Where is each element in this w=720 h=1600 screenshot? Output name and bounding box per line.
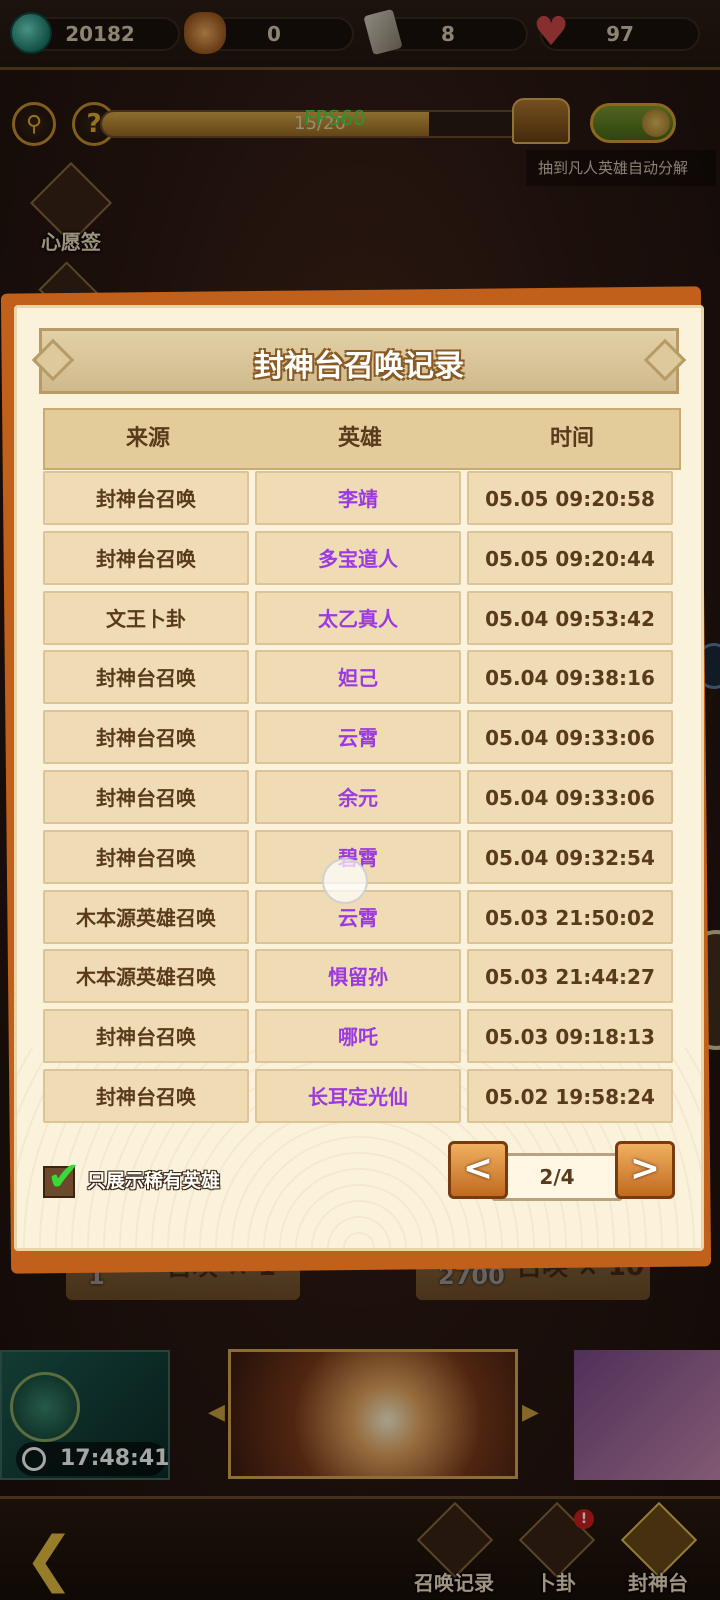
record-hero: 惧留孙 [255,949,461,1004]
table-row: 封神台召唤 李靖 05.05 09:20:58 [43,471,681,525]
record-time: 05.02 19:58:24 [467,1069,673,1123]
header-time: 时间 [549,426,594,451]
table-row: 木本源英雄召唤 云霄 05.03 21:50:02 [43,889,681,944]
record-time: 05.04 09:33:06 [467,710,673,765]
record-source: 木本源英雄召唤 [43,949,249,1004]
record-time: 05.03 21:50:02 [467,889,673,944]
record-time: 05.04 09:38:16 [467,650,673,705]
header-hero: 英雄 [337,426,382,451]
table-row: 文王卜卦 太乙真人 05.04 09:53:42 [43,590,681,645]
record-source: 封神台召唤 [43,530,249,585]
touch-indicator [322,858,368,904]
record-hero: 太乙真人 [255,590,461,645]
table-row: 封神台召唤 哪吒 05.03 09:18:13 [43,1009,681,1064]
header-source: 来源 [125,426,170,451]
record-source: 封神台召唤 [43,650,249,705]
record-hero: 李靖 [255,471,461,525]
table-row: 封神台召唤 妲己 05.04 09:38:16 [43,650,681,705]
record-source: 文王卜卦 [43,590,249,645]
table-row: 封神台召唤 长耳定光仙 05.02 19:58:24 [43,1069,681,1123]
record-source: 封神台召唤 [43,1009,249,1064]
record-hero: 多宝道人 [255,530,461,585]
record-source: 封神台召唤 [43,770,249,824]
record-time: 05.04 09:53:42 [467,590,673,645]
record-source: 封神台召唤 [43,710,249,765]
record-hero: 长耳定光仙 [255,1069,461,1123]
modal-title: 封神台召唤记录 [254,349,464,384]
record-hero: 云霄 [255,710,461,765]
record-source: 木本源英雄召唤 [43,889,249,944]
record-time: 05.04 09:33:06 [467,770,673,824]
record-hero: 妲己 [255,650,461,705]
record-source: 封神台召唤 [43,471,249,525]
table-row: 封神台召唤 余元 05.04 09:33:06 [43,770,681,824]
record-source: 封神台召唤 [43,829,249,884]
record-time: 05.05 09:20:44 [467,530,673,585]
record-time: 05.04 09:32:54 [467,829,673,884]
table-row: 封神台召唤 多宝道人 05.05 09:20:44 [43,530,681,585]
table-header: 来源 英雄 时间 [43,408,681,470]
record-time: 05.03 09:18:13 [467,1009,673,1064]
record-source: 封神台召唤 [43,1069,249,1123]
rare-only-checkbox[interactable]: ✔ [43,1154,81,1200]
checkmark-icon: ✔ [47,1154,81,1200]
next-page-button[interactable]: > [615,1141,675,1199]
table-row: 封神台召唤 云霄 05.04 09:33:06 [43,710,681,765]
record-hero: 哪吒 [255,1009,461,1064]
table-row: 木本源英雄召唤 惧留孙 05.03 21:44:27 [43,949,681,1004]
summon-record-modal: 封神台召唤记录 来源 英雄 时间 封神台召唤 李靖 05.05 09:20:58 封神… [14,305,704,1251]
title-banner: 封神台召唤记录 [31,328,687,394]
record-time: 05.03 21:44:27 [467,949,673,1004]
record-time: 05.05 09:20:58 [467,471,673,525]
rare-only-label: 只展示稀有英雄 [87,1170,221,1192]
prev-page-button[interactable]: < [448,1141,508,1199]
rare-only-filter[interactable]: ✔ 只展示稀有英雄 [43,1154,263,1200]
record-hero: 余元 [255,770,461,824]
page-indicator: 2/4 [491,1153,623,1201]
